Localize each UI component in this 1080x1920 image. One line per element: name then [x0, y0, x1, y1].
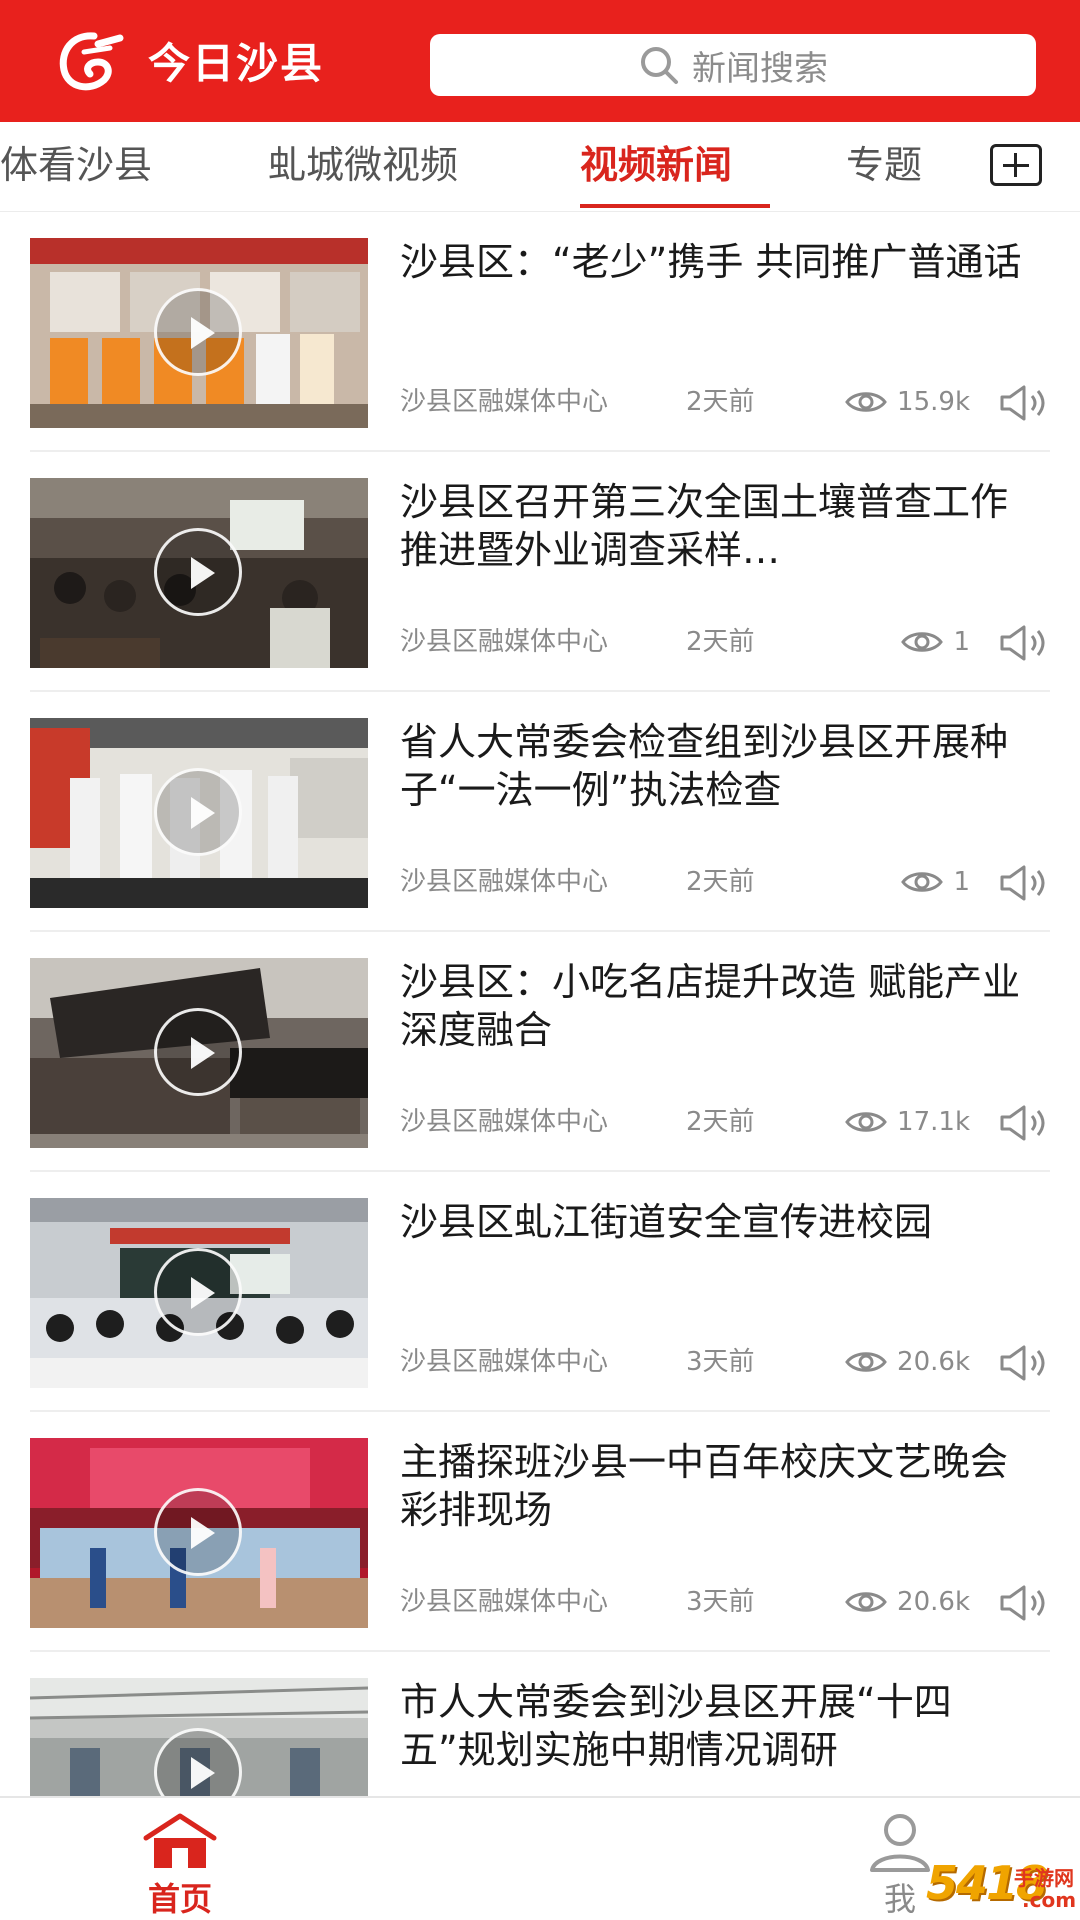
news-title[interactable]: 沙县区召开第三次全国土壤普查工作推进暨外业调查采样… — [400, 478, 1040, 574]
speaker-icon[interactable] — [998, 384, 1050, 422]
video-thumbnail[interactable] — [30, 958, 368, 1148]
news-meta: 沙县区融媒体中心 2天前 15.9k — [400, 382, 1050, 422]
news-time: 2天前 — [686, 387, 755, 417]
search-placeholder: 新闻搜索 — [692, 48, 828, 89]
video-thumbnail[interactable] — [30, 1198, 368, 1388]
speaker-icon[interactable] — [998, 624, 1050, 662]
video-thumbnail[interactable] — [30, 718, 368, 908]
news-source: 沙县区融媒体中心 — [400, 1107, 609, 1137]
news-title[interactable]: 省人大常委会检查组到沙县区开展种子“一法一例”执法检查 — [400, 718, 1040, 814]
app-title: 今日沙县 — [148, 39, 325, 88]
tab-special-topics[interactable]: 专题 — [846, 140, 922, 190]
app-logo-icon — [59, 32, 124, 91]
news-source: 沙县区融媒体中心 — [400, 1587, 609, 1617]
views-count: 20.6k — [897, 1587, 970, 1617]
active-tab-indicator — [580, 204, 770, 208]
news-title[interactable]: 沙县区虬江街道安全宣传进校园 — [400, 1198, 1040, 1246]
tab-video-news[interactable]: 视频新闻 — [580, 140, 732, 190]
play-icon — [154, 1488, 242, 1576]
views-count: 17.1k — [897, 1107, 970, 1137]
views-count: 1 — [953, 627, 970, 657]
speaker-icon[interactable] — [998, 1104, 1050, 1142]
play-icon — [154, 1248, 242, 1336]
tab-qiu-cheng-micro-video[interactable]: 虬城微视频 — [268, 140, 458, 190]
news-item[interactable]: 沙县区召开第三次全国土壤普查工作推进暨外业调查采样… 沙县区融媒体中心 2天前 … — [0, 452, 1080, 692]
news-time: 3天前 — [686, 1587, 755, 1617]
news-title[interactable]: 主播探班沙县一中百年校庆文艺晚会彩排现场 — [400, 1438, 1040, 1534]
play-icon — [154, 1008, 242, 1096]
news-list: 沙县区：“老少”携手 共同推广普通话 沙县区融媒体中心 2天前 15.9k 沙县… — [0, 212, 1080, 1796]
news-time: 3天前 — [686, 1347, 755, 1377]
category-tabs: 体看沙县 虬城微视频 视频新闻 专题 — [0, 122, 1080, 212]
speaker-icon[interactable] — [998, 864, 1050, 902]
news-title[interactable]: 市人大常委会到沙县区开展“十四五”规划实施中期情况调研 — [400, 1678, 1040, 1774]
view-count: 17.1k — [845, 1102, 970, 1142]
app-header: 今日沙县 新闻搜索 — [0, 0, 1080, 122]
speaker-icon[interactable] — [998, 1344, 1050, 1382]
play-icon — [154, 768, 242, 856]
views-count: 15.9k — [897, 387, 970, 417]
views-count: 1 — [953, 867, 970, 897]
news-meta: 沙县区融媒体中心 3天前 20.6k — [400, 1342, 1050, 1382]
view-count: 20.6k — [845, 1342, 970, 1382]
news-title[interactable]: 沙县区：“老少”携手 共同推广普通话 — [400, 238, 1040, 286]
news-source: 沙县区融媒体中心 — [400, 627, 609, 657]
home-icon — [143, 1813, 217, 1868]
site-watermark-logo: 5418 手游网 .com — [926, 1856, 1076, 1918]
news-meta: 沙县区融媒体中心 2天前 17.1k — [400, 1102, 1050, 1142]
view-count: 20.6k — [845, 1582, 970, 1622]
news-item[interactable]: 市人大常委会到沙县区开展“十四五”规划实施中期情况调研 — [0, 1652, 1080, 1796]
eye-icon — [845, 1112, 887, 1132]
news-time: 2天前 — [686, 867, 755, 897]
video-thumbnail[interactable] — [30, 478, 368, 668]
views-count: 20.6k — [897, 1347, 970, 1377]
news-item[interactable]: 沙县区：小吃名店提升改造 赋能产业深度融合 沙县区融媒体中心 2天前 17.1k — [0, 932, 1080, 1172]
eye-icon — [901, 872, 944, 892]
search-icon — [641, 47, 678, 84]
search-bar[interactable]: 新闻搜索 — [430, 34, 1036, 96]
news-item[interactable]: 沙县区虬江街道安全宣传进校园 沙县区融媒体中心 3天前 20.6k — [0, 1172, 1080, 1412]
news-meta: 沙县区融媒体中心 2天前 1 — [400, 622, 1050, 662]
video-thumbnail[interactable] — [30, 1438, 368, 1628]
eye-icon — [901, 632, 944, 652]
news-meta: 沙县区融媒体中心 3天前 20.6k — [400, 1582, 1050, 1622]
eye-icon — [845, 392, 887, 412]
news-title[interactable]: 沙县区：小吃名店提升改造 赋能产业深度融合 — [400, 958, 1040, 1054]
view-count: 1 — [901, 862, 970, 902]
play-icon — [154, 528, 242, 616]
nav-home-label: 首页 — [147, 1880, 212, 1918]
nav-home-button[interactable]: 首页 — [130, 1808, 230, 1918]
user-icon — [870, 1814, 930, 1872]
view-count: 15.9k — [845, 382, 970, 422]
news-item[interactable]: 沙县区：“老少”携手 共同推广普通话 沙县区融媒体中心 2天前 15.9k — [0, 212, 1080, 452]
news-source: 沙县区融媒体中心 — [400, 867, 609, 897]
news-item[interactable]: 主播探班沙县一中百年校庆文艺晚会彩排现场 沙县区融媒体中心 3天前 20.6k — [0, 1412, 1080, 1652]
eye-icon — [845, 1592, 887, 1612]
tab-ti-kan-sha-xian[interactable]: 体看沙县 — [0, 140, 152, 190]
add-channel-icon[interactable] — [990, 144, 1042, 186]
eye-icon — [845, 1352, 887, 1372]
watermark-text: 手游网 — [1014, 1866, 1074, 1890]
speaker-icon[interactable] — [998, 1584, 1050, 1622]
news-source: 沙县区融媒体中心 — [400, 1347, 609, 1377]
bottom-navigation: 首页 我 — [0, 1796, 1080, 1920]
play-icon — [154, 288, 242, 376]
video-thumbnail[interactable] — [30, 1678, 368, 1796]
news-time: 2天前 — [686, 627, 755, 657]
news-time: 2天前 — [686, 1107, 755, 1137]
view-count: 1 — [901, 622, 970, 662]
video-thumbnail[interactable] — [30, 238, 368, 428]
news-meta: 沙县区融媒体中心 2天前 1 — [400, 862, 1050, 902]
news-item[interactable]: 省人大常委会检查组到沙县区开展种子“一法一例”执法检查 沙县区融媒体中心 2天前… — [0, 692, 1080, 932]
news-source: 沙县区融媒体中心 — [400, 387, 609, 417]
watermark-domain: .com — [1022, 1888, 1077, 1912]
